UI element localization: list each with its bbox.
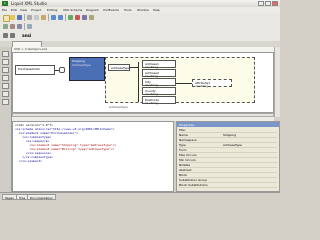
- selected-element-node[interactable]: Shipping AddressType: [69, 57, 105, 81]
- properties-header: Properties: [177, 122, 279, 127]
- toolbox-simple-type-icon[interactable]: [2, 99, 9, 105]
- close-button[interactable]: [272, 1, 278, 6]
- properties-panel: Properties Misc Name Shipping Namespace T…: [176, 121, 280, 192]
- minimize-button[interactable]: [258, 1, 264, 6]
- property-key: Namespace: [179, 138, 197, 142]
- menu-tools[interactable]: Tools: [124, 8, 131, 12]
- attribute-node[interactable]: Attribute1 xs:string: [192, 79, 232, 88]
- document-tab-label[interactable]: ansi: [22, 33, 31, 38]
- property-value: AddressType: [223, 143, 242, 147]
- comment-icon[interactable]: [17, 24, 22, 29]
- toolbox-complex-type-icon[interactable]: [2, 91, 9, 97]
- selected-element-type: AddressType: [72, 63, 91, 67]
- property-key: Block Substitutions: [179, 183, 208, 187]
- property-key: Min Occurs: [179, 158, 196, 162]
- paste-icon[interactable]: [41, 15, 46, 20]
- path-text: XSD > C:\temp\cv.xsd: [14, 47, 48, 51]
- property-key: Type: [179, 143, 186, 147]
- app-logo-icon: L: [2, 1, 8, 6]
- child-element-node[interactable]: Address2 xs:string: [142, 69, 176, 78]
- root-element-node[interactable]: PurchaseOrder: [15, 65, 55, 75]
- properties-title: Properties: [179, 123, 195, 127]
- menu-xml-schema[interactable]: XML Schema: [63, 8, 82, 12]
- tab-pages[interactable]: Pages: [2, 194, 17, 200]
- menu-view[interactable]: View: [20, 8, 27, 12]
- toolbox-element-icon[interactable]: [2, 59, 9, 65]
- back-icon[interactable]: [3, 33, 8, 38]
- property-key: Name: [179, 133, 188, 137]
- left-toolbox: [0, 47, 12, 200]
- connector-line: [130, 67, 138, 68]
- property-key: Abstract: [179, 168, 192, 172]
- save-icon[interactable]: [17, 15, 22, 20]
- property-key: Substitution Group: [179, 178, 208, 182]
- menu-file[interactable]: File: [2, 8, 7, 12]
- property-key: Nillable: [179, 163, 191, 167]
- toolbox-sequence-icon[interactable]: [2, 75, 9, 81]
- root-element-name: PurchaseOrder: [18, 67, 41, 71]
- menu-xmlevents[interactable]: XmlEvents: [103, 8, 119, 12]
- indent-icon[interactable]: [3, 24, 8, 29]
- property-key: Misc: [179, 128, 186, 132]
- property-key: Form: [179, 148, 187, 152]
- xml-code-editor[interactable]: <?xml version="1.0"?> <xs:schema xmlns:x…: [12, 121, 174, 192]
- schema-diagram[interactable]: PurchaseOrder Shipping AddressType Addre…: [12, 52, 274, 113]
- maximize-button[interactable]: [265, 1, 271, 6]
- validate-icon[interactable]: [68, 15, 73, 20]
- outdent-icon[interactable]: [10, 24, 15, 29]
- property-key: Max Occurs: [179, 153, 197, 157]
- tab-documentation[interactable]: Documentation: [27, 194, 57, 200]
- new-file-icon[interactable]: [3, 15, 10, 22]
- menu-help[interactable]: Help: [153, 8, 160, 12]
- code-line: </xs:element>: [15, 159, 43, 163]
- property-row[interactable]: Block Substitutions: [179, 183, 277, 188]
- redo-icon[interactable]: [58, 15, 63, 20]
- find-icon[interactable]: [82, 15, 87, 20]
- stop-icon[interactable]: [75, 15, 80, 20]
- bookmark-icon[interactable]: [89, 15, 94, 20]
- menu-editing[interactable]: Editing: [47, 8, 57, 12]
- cut-icon[interactable]: [27, 15, 32, 20]
- toolbox-choice-icon[interactable]: [2, 83, 9, 89]
- diagram-footer-label: AddressType: [109, 105, 128, 109]
- menu-window[interactable]: Window: [137, 8, 149, 12]
- undo-icon[interactable]: [51, 15, 56, 20]
- sequence-group-box[interactable]: AddressType: [108, 64, 130, 71]
- toolbox-pointer-icon[interactable]: [2, 51, 9, 57]
- connector-line: [176, 83, 192, 84]
- property-value: Shipping: [223, 133, 237, 137]
- copy-icon[interactable]: [34, 15, 39, 20]
- type-container[interactable]: AddressType Address1 xs:string Address2 …: [105, 57, 255, 105]
- child-element-node[interactable]: City xs:string: [142, 78, 176, 87]
- bottom-tab-bar: Pages Tree Documentation: [0, 192, 280, 201]
- window-title: Liquid XML Studio: [11, 1, 47, 6]
- forward-icon[interactable]: [10, 33, 15, 38]
- child-element-type: xs:string: [145, 101, 158, 105]
- menu-project[interactable]: Project: [31, 8, 41, 12]
- sequence-label: AddressType: [111, 66, 130, 70]
- attribute-type: xs:string: [195, 84, 208, 88]
- toolbox-attribute-icon[interactable]: [2, 67, 9, 73]
- diagram-vertical-scrollbar[interactable]: [274, 47, 280, 117]
- connector-trunk: [138, 62, 139, 102]
- property-key: Block: [179, 173, 188, 177]
- menu-diagram[interactable]: Diagram: [86, 8, 99, 12]
- format-icon[interactable]: [27, 24, 32, 29]
- sequence-icon[interactable]: [59, 67, 65, 73]
- child-element-node[interactable]: County xs:string: [142, 87, 176, 96]
- child-element-node[interactable]: Address1 xs:string: [142, 60, 176, 69]
- child-element-node[interactable]: PostCode xs:string: [142, 96, 176, 105]
- open-folder-icon[interactable]: [10, 15, 15, 20]
- menu-edit[interactable]: Edit: [11, 8, 17, 12]
